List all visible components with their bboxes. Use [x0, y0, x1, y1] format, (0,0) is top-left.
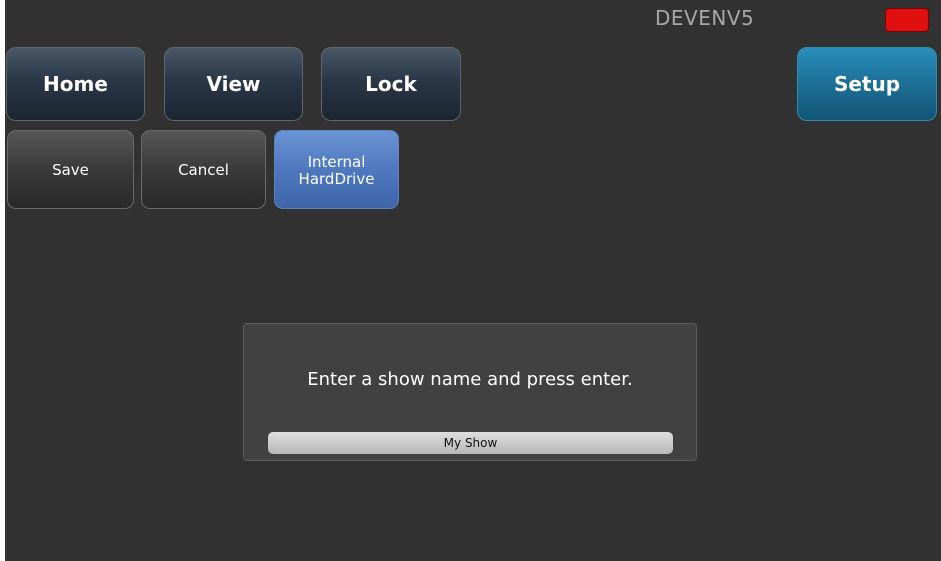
app-screen: DEVENV5 Home View Lock Setup Save Cancel…	[5, 0, 941, 561]
dialog-prompt: Enter a show name and press enter.	[307, 369, 633, 390]
show-name-dialog: Enter a show name and press enter.	[243, 323, 697, 461]
status-indicator[interactable]	[885, 8, 929, 32]
lock-button[interactable]: Lock	[321, 47, 461, 121]
cancel-button[interactable]: Cancel	[141, 130, 266, 209]
save-button[interactable]: Save	[7, 130, 134, 209]
device-name: DEVENV5	[655, 6, 755, 30]
show-name-input[interactable]	[268, 432, 673, 454]
home-button[interactable]: Home	[6, 47, 145, 121]
drive-label-line2: HardDrive	[298, 169, 375, 188]
setup-button[interactable]: Setup	[797, 47, 937, 121]
view-button[interactable]: View	[164, 47, 303, 121]
drive-label-line1: Internal	[307, 152, 366, 171]
internal-harddrive-button[interactable]: Internal HardDrive	[274, 130, 399, 209]
drive-button-label: Internal HardDrive	[298, 152, 375, 188]
